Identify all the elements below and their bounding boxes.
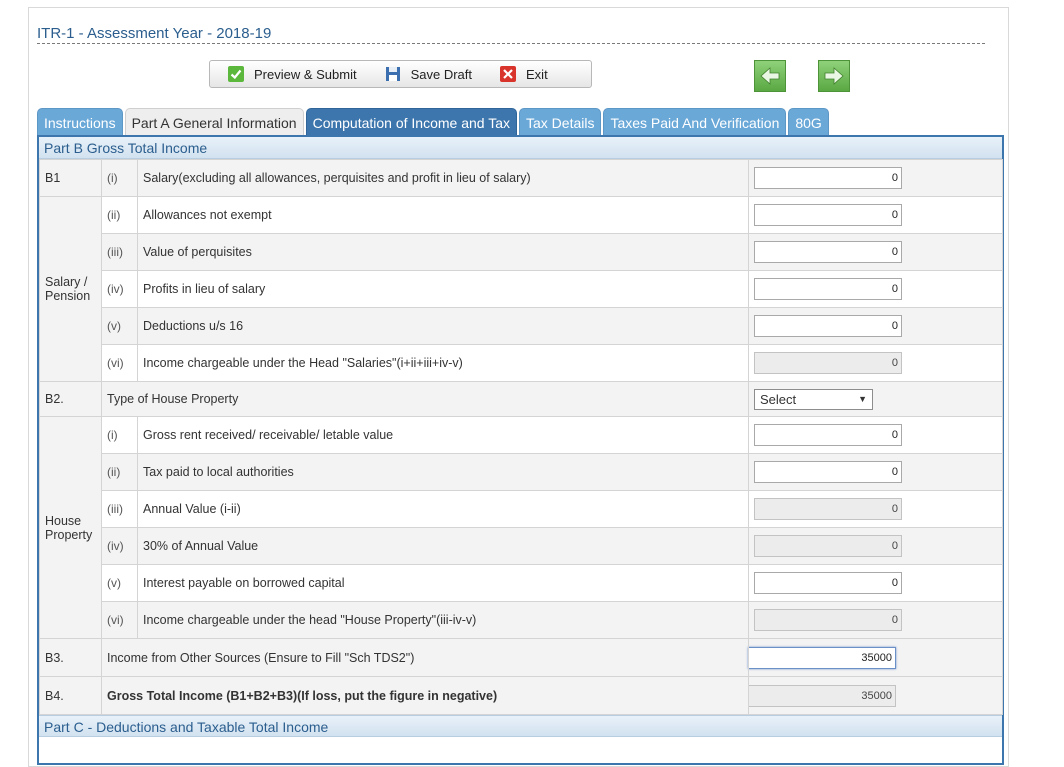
row-label: 30% of Annual Value xyxy=(137,527,749,565)
table-row: B1 (i) Salary(excluding all allowances, … xyxy=(39,159,1003,197)
salary-input[interactable]: 0 xyxy=(754,167,902,189)
deductions-16-input[interactable]: 0 xyxy=(754,315,902,337)
row-number: (ii) xyxy=(101,453,138,491)
dropdown-arrow-icon: ▼ xyxy=(858,394,867,404)
thirty-percent-annual-value-field: 0 xyxy=(754,535,902,557)
check-icon xyxy=(228,66,244,82)
select-value: Select xyxy=(760,391,797,407)
row-number: (ii) xyxy=(101,196,138,234)
row-label: Interest payable on borrowed capital xyxy=(137,564,749,602)
table-row: (v) Interest payable on borrowed capital… xyxy=(40,564,1003,602)
b2-code: B2. xyxy=(39,381,102,417)
tab-part-a-general-information[interactable]: Part A General Information xyxy=(124,108,304,136)
b1-code: B1 xyxy=(39,159,102,197)
tab-tax-details[interactable]: Tax Details xyxy=(519,108,602,136)
tab-computation-of-income-and-tax[interactable]: Computation of Income and Tax xyxy=(305,108,517,136)
table-row: (iv) 30% of Annual Value 0 xyxy=(40,527,1003,565)
house-property-type-label: Type of House Property xyxy=(101,381,749,417)
table-row: (vi) Income chargeable under the Head "S… xyxy=(40,344,1003,382)
row-label: Allowances not exempt xyxy=(137,196,749,234)
table-row: B3. Income from Other Sources (Ensure to… xyxy=(39,638,1003,677)
table-row: (iv) Profits in lieu of salary 0 xyxy=(40,270,1003,308)
table-row: (iii) Annual Value (i-ii) 0 xyxy=(40,490,1003,528)
perquisites-input[interactable]: 0 xyxy=(754,241,902,263)
row-label: Tax paid to local authorities xyxy=(137,453,749,491)
house-property-group-label: House Property xyxy=(39,416,102,639)
arrow-right-icon xyxy=(824,67,844,85)
row-label: Profits in lieu of salary xyxy=(137,270,749,308)
row-number: (iv) xyxy=(101,270,138,308)
table-row: B4. Gross Total Income (B1+B2+B3)(If los… xyxy=(39,676,1003,715)
other-sources-input[interactable]: 35000 xyxy=(748,646,896,669)
table-row: Salary / Pension (ii) Allowances not exe… xyxy=(39,196,1003,382)
part-b-table: B1 (i) Salary(excluding all allowances, … xyxy=(39,159,1003,715)
table-row: House Property (i) Gross rent received/ … xyxy=(39,416,1003,639)
local-tax-input[interactable]: 0 xyxy=(754,461,902,483)
row-number: (vi) xyxy=(101,344,138,382)
previous-button[interactable] xyxy=(754,60,786,92)
table-row: (ii) Tax paid to local authorities 0 xyxy=(40,453,1003,491)
save-icon xyxy=(385,66,401,82)
itr-form-page: ITR-1 - Assessment Year - 2018-19 Previe… xyxy=(28,7,1009,767)
save-draft-label: Save Draft xyxy=(410,66,473,82)
row-number: (vi) xyxy=(101,601,138,639)
row-number: (iv) xyxy=(101,527,138,565)
row-label: Deductions u/s 16 xyxy=(137,307,749,345)
part-b-heading: Part B Gross Total Income xyxy=(39,137,1002,159)
form-title: ITR-1 - Assessment Year - 2018-19 xyxy=(37,24,985,44)
profits-in-lieu-input[interactable]: 0 xyxy=(754,278,902,300)
row-number: (i) xyxy=(101,159,138,197)
other-sources-label: Income from Other Sources (Ensure to Fil… xyxy=(101,638,749,677)
arrow-left-icon xyxy=(760,67,780,85)
row-label: Gross rent received/ receivable/ letable… xyxy=(137,416,749,454)
exit-label: Exit xyxy=(526,66,548,82)
next-button[interactable] xyxy=(818,60,850,92)
row-number: (v) xyxy=(101,564,138,602)
table-row: (iii) Value of perquisites 0 xyxy=(40,233,1003,271)
table-row: B2. Type of House Property Select ▼ xyxy=(39,381,1003,417)
b4-code: B4. xyxy=(39,676,102,715)
preview-submit-button[interactable]: Preview & Submit xyxy=(228,61,357,87)
row-label: Income chargeable under the head "House … xyxy=(137,601,749,639)
salary-pension-group-label: Salary / Pension xyxy=(39,196,102,382)
row-label: Income chargeable under the Head "Salari… xyxy=(137,344,749,382)
row-label: Salary(excluding all allowances, perquis… xyxy=(137,159,749,197)
annual-value-field: 0 xyxy=(754,498,902,520)
preview-submit-label: Preview & Submit xyxy=(254,66,357,82)
row-number: (v) xyxy=(101,307,138,345)
table-row: (v) Deductions u/s 16 0 xyxy=(40,307,1003,345)
interest-payable-input[interactable]: 0 xyxy=(754,572,902,594)
row-label: Value of perquisites xyxy=(137,233,749,271)
tab-bar: Instructions Part A General Information … xyxy=(37,108,831,136)
part-c-heading: Part C - Deductions and Taxable Total In… xyxy=(39,715,1002,737)
b3-code: B3. xyxy=(39,638,102,677)
gross-rent-input[interactable]: 0 xyxy=(754,424,902,446)
save-draft-button[interactable]: Save Draft xyxy=(385,61,472,87)
table-row: (vi) Income chargeable under the head "H… xyxy=(40,601,1003,639)
allowances-input[interactable]: 0 xyxy=(754,204,902,226)
exit-button[interactable]: Exit xyxy=(500,61,548,87)
close-icon xyxy=(500,66,517,82)
row-number: (iii) xyxy=(101,233,138,271)
gross-total-income-field: 35000 xyxy=(748,684,896,707)
tab-instructions[interactable]: Instructions xyxy=(37,108,123,136)
income-house-property-field: 0 xyxy=(754,609,902,631)
action-toolbar: Preview & Submit Save Draft Exit xyxy=(209,60,592,88)
row-number: (iii) xyxy=(101,490,138,528)
income-salaries-field: 0 xyxy=(754,352,902,374)
gross-total-income-label: Gross Total Income (B1+B2+B3)(If loss, p… xyxy=(101,676,749,715)
row-number: (i) xyxy=(101,416,138,454)
tab-taxes-paid-and-verification[interactable]: Taxes Paid And Verification xyxy=(603,108,787,136)
tab-80g[interactable]: 80G xyxy=(788,108,829,136)
computation-panel: Part B Gross Total Income B1 (i) Salary(… xyxy=(37,135,1004,765)
row-label: Annual Value (i-ii) xyxy=(137,490,749,528)
house-property-type-select[interactable]: Select ▼ xyxy=(754,388,873,410)
